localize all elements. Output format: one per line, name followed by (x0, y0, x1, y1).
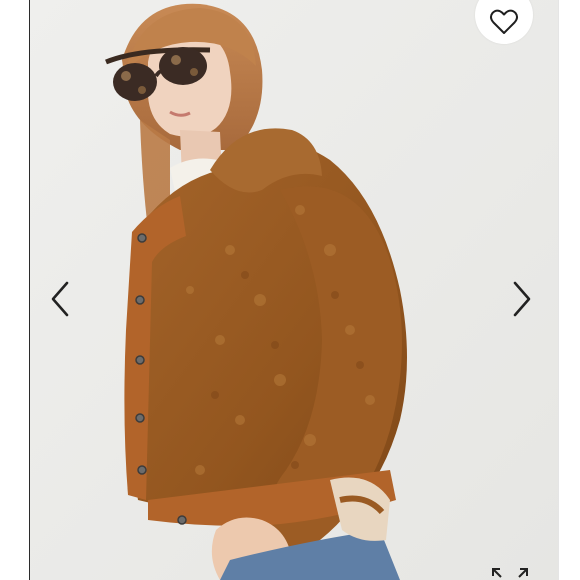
next-image-button[interactable] (502, 278, 542, 320)
previous-image-button[interactable] (40, 278, 80, 320)
heart-outline-icon (490, 9, 518, 34)
product-photo[interactable] (30, 0, 558, 580)
gallery-right-border (558, 0, 580, 580)
gallery-left-border (0, 0, 30, 580)
expand-image-button[interactable] (490, 564, 530, 580)
expand-icon (492, 568, 528, 578)
image-gallery (0, 0, 580, 580)
chevron-right-icon (513, 281, 531, 317)
chevron-left-icon (51, 281, 69, 317)
